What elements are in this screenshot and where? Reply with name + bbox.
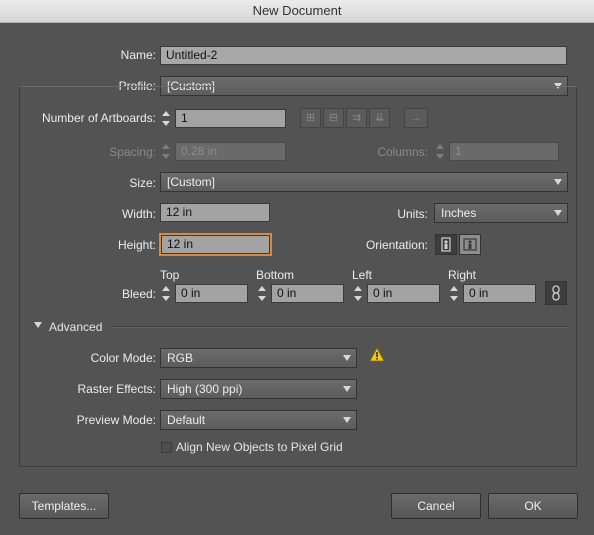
- bleed-bottom-stepper[interactable]: [256, 284, 269, 303]
- columns-stepper[interactable]: [434, 142, 447, 161]
- portrait-button[interactable]: [435, 234, 457, 255]
- spacing-label: Spacing:: [109, 145, 156, 159]
- chevron-down-icon: [343, 386, 351, 392]
- orientation-label: Orientation:: [365, 238, 428, 252]
- color-mode-select[interactable]: RGB: [160, 348, 357, 368]
- artboards-stepper[interactable]: [160, 109, 173, 128]
- units-value: Inches: [441, 206, 477, 220]
- bleed-bottom-input[interactable]: 0 in: [271, 284, 344, 303]
- columns-label: Columns:: [377, 145, 428, 159]
- preview-mode-value: Default: [167, 413, 206, 427]
- color-mode-label: Color Mode:: [90, 351, 156, 365]
- align-pixel-grid-label[interactable]: Align New Objects to Pixel Grid: [176, 440, 343, 454]
- spacing-stepper[interactable]: [160, 142, 173, 161]
- templates-button[interactable]: Templates...: [19, 493, 109, 519]
- advanced-toggle[interactable]: Advanced: [49, 320, 102, 334]
- align-pixel-grid-checkbox[interactable]: [161, 442, 172, 453]
- arrange-by-column-icon[interactable]: ⇊: [369, 108, 390, 128]
- bleed-top-stepper[interactable]: [160, 284, 173, 303]
- spacing-input[interactable]: 0.28 in: [175, 142, 286, 161]
- advanced-disclosure-icon[interactable]: [34, 322, 42, 328]
- size-value: [Custom]: [167, 175, 216, 189]
- cancel-button[interactable]: Cancel: [391, 493, 481, 519]
- grid-by-column-icon[interactable]: ⊟: [323, 108, 344, 128]
- chevron-down-icon: [343, 355, 351, 361]
- units-label: Units:: [397, 207, 428, 221]
- raster-effects-label: Raster Effects:: [77, 382, 156, 396]
- window-title: New Document: [0, 0, 594, 23]
- name-input[interactable]: Untitled-2: [160, 46, 567, 65]
- size-select[interactable]: [Custom]: [160, 172, 568, 192]
- portrait-icon: [441, 237, 451, 252]
- bleed-right-stepper[interactable]: [448, 284, 461, 303]
- chevron-down-icon: [554, 179, 562, 185]
- bleed-right-label: Right: [448, 268, 477, 282]
- name-label: Name:: [120, 48, 156, 62]
- bleed-right-input[interactable]: 0 in: [463, 284, 536, 303]
- bleed-left-label: Left: [352, 268, 373, 282]
- bleed-top-input[interactable]: 0 in: [175, 284, 248, 303]
- landscape-button[interactable]: [459, 234, 481, 255]
- bleed-link-button[interactable]: [545, 281, 567, 305]
- artboards-input[interactable]: 1: [175, 109, 286, 128]
- artboards-label: Number of Artboards:: [41, 111, 156, 125]
- warning-icon[interactable]: [369, 347, 385, 365]
- chevron-down-icon: [554, 210, 562, 216]
- raster-effects-value: High (300 ppi): [167, 382, 243, 396]
- units-select[interactable]: Inches: [434, 203, 568, 223]
- chain-link-icon: [552, 285, 560, 301]
- bleed-left-stepper[interactable]: [352, 284, 365, 303]
- size-label: Size:: [129, 176, 156, 190]
- color-mode-value: RGB: [167, 351, 194, 365]
- ok-button[interactable]: OK: [488, 493, 578, 519]
- landscape-icon: [463, 238, 477, 251]
- columns-input[interactable]: 1: [449, 142, 559, 161]
- bleed-label: Bleed:: [121, 287, 156, 301]
- preview-mode-label: Preview Mode:: [76, 413, 156, 427]
- height-label: Height:: [117, 238, 156, 252]
- chevron-down-icon: [343, 417, 351, 423]
- preview-mode-select[interactable]: Default: [160, 410, 357, 430]
- arrange-by-row-icon[interactable]: ⇉: [346, 108, 367, 128]
- width-label: Width:: [121, 207, 156, 221]
- bleed-bottom-label: Bottom: [256, 268, 295, 282]
- bleed-left-input[interactable]: 0 in: [367, 284, 440, 303]
- bleed-top-label: Top: [160, 268, 180, 282]
- grid-by-row-icon[interactable]: ⊞: [300, 108, 321, 128]
- layout-direction-icon[interactable]: →: [404, 108, 428, 128]
- advanced-divider: [111, 326, 568, 328]
- width-input[interactable]: 12 in: [160, 203, 270, 222]
- raster-effects-select[interactable]: High (300 ppi): [160, 379, 357, 399]
- height-input[interactable]: 12 in: [159, 233, 272, 256]
